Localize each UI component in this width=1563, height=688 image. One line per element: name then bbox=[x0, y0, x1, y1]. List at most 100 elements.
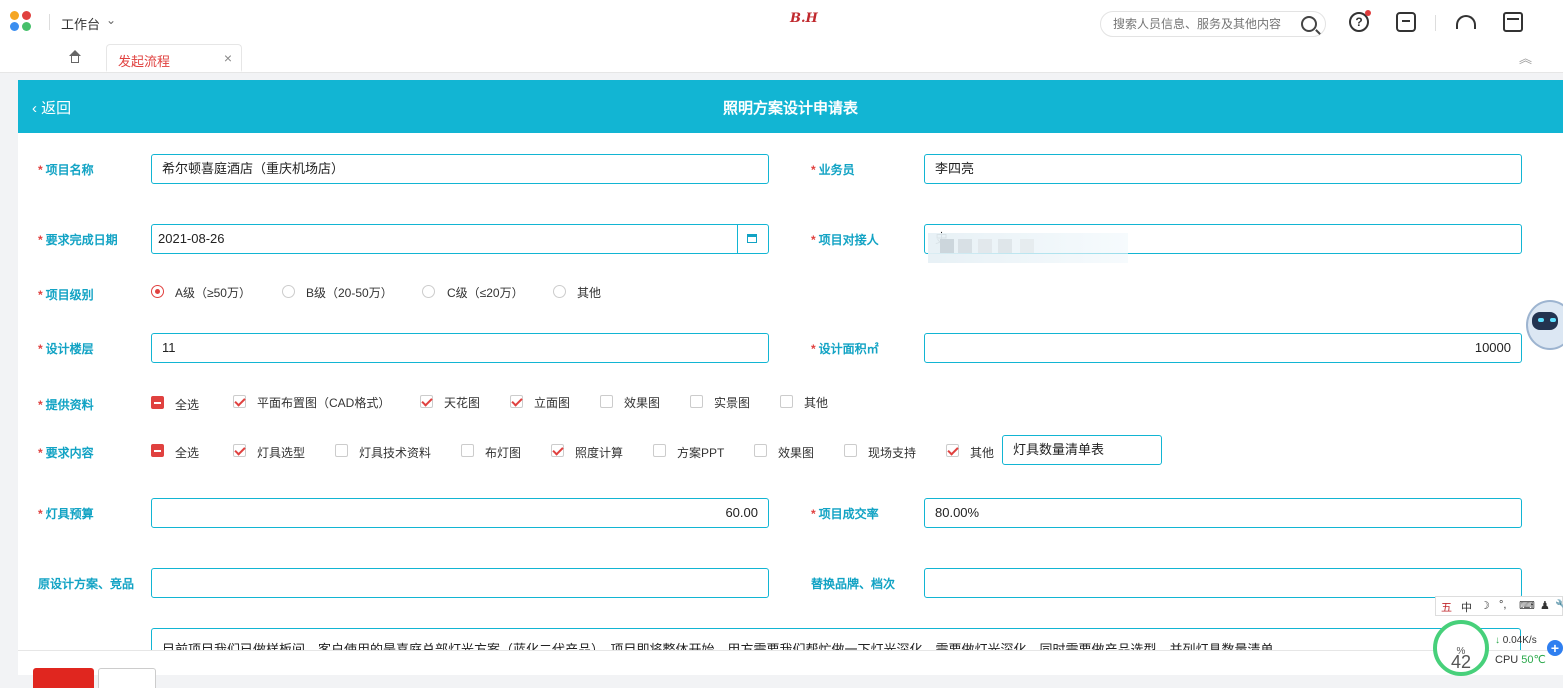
project-name-label: * 项目名称 bbox=[38, 163, 94, 177]
level-b-radio[interactable] bbox=[282, 285, 295, 298]
home-icon[interactable] bbox=[68, 50, 82, 64]
search-input[interactable] bbox=[1111, 16, 1295, 32]
fixture-budget-label: * 灯具预算 bbox=[38, 507, 94, 521]
content-render-label: 效果图 bbox=[778, 446, 815, 460]
material-elevation-label: 立面图 bbox=[534, 396, 571, 410]
design-floors-field[interactable]: 11 bbox=[151, 333, 769, 363]
level-a-label: A级（≥50万） bbox=[175, 286, 251, 300]
salesperson-label: * 业务员 bbox=[811, 163, 855, 177]
design-area-label: * 设计面积㎡ bbox=[811, 342, 879, 356]
content-onsite-checkbox[interactable] bbox=[844, 444, 857, 457]
deal-rate-label: * 项目成交率 bbox=[811, 507, 879, 521]
material-render-checkbox[interactable] bbox=[600, 395, 613, 408]
form-footer bbox=[18, 650, 1563, 688]
content-select-all-checkbox[interactable] bbox=[151, 444, 164, 457]
replacement-brand-field[interactable] bbox=[924, 568, 1522, 598]
chevron-down-icon[interactable]: ⌄ bbox=[106, 13, 116, 27]
close-icon[interactable]: × bbox=[224, 50, 232, 66]
materials-select-all-label: 全选 bbox=[175, 398, 200, 412]
headset-icon[interactable] bbox=[1456, 15, 1476, 29]
form-header: ‹ 返回 照明方案设计申请表 bbox=[18, 80, 1563, 133]
content-layout-label: 布灯图 bbox=[485, 446, 522, 460]
message-icon[interactable] bbox=[1396, 12, 1416, 32]
system-monitor-widget[interactable]: 42% ↓ 0.04K/s CPU 50℃ + bbox=[1431, 620, 1563, 676]
memory-gauge: 42% bbox=[1433, 620, 1489, 676]
material-cad-label: 平面布置图（CAD格式） bbox=[257, 396, 391, 410]
cpu-temp: CPU 50℃ bbox=[1495, 654, 1546, 666]
divider bbox=[49, 14, 50, 30]
content-select-all-label: 全选 bbox=[175, 446, 200, 460]
add-icon[interactable]: + bbox=[1547, 640, 1563, 656]
calendar-icon[interactable] bbox=[1503, 12, 1523, 32]
original-design-field[interactable] bbox=[151, 568, 769, 598]
content-ppt-checkbox[interactable] bbox=[653, 444, 666, 457]
material-ceiling-checkbox[interactable] bbox=[420, 395, 433, 408]
due-date-field[interactable]: 2021-08-26 bbox=[151, 224, 769, 254]
deal-rate-field[interactable]: 80.00% bbox=[924, 498, 1522, 528]
assistant-robot-icon[interactable] bbox=[1522, 298, 1563, 358]
design-area-field[interactable]: 10000 bbox=[924, 333, 1522, 363]
project-name-field[interactable]: 希尔顿喜庭酒店（重庆机场店） bbox=[151, 154, 769, 184]
submit-button[interactable] bbox=[33, 668, 94, 688]
level-c-label: C级（≤20万） bbox=[447, 286, 524, 300]
content-other-checkbox[interactable] bbox=[946, 444, 959, 457]
secondary-button[interactable] bbox=[98, 668, 156, 688]
content-fixture-selection-checkbox[interactable] bbox=[233, 444, 246, 457]
material-elevation-checkbox[interactable] bbox=[510, 395, 523, 408]
material-other-label: 其他 bbox=[804, 396, 829, 410]
due-date-label: * 要求完成日期 bbox=[38, 233, 118, 247]
search-icon[interactable] bbox=[1301, 16, 1317, 32]
project-level-label: * 项目级别 bbox=[38, 288, 94, 302]
redaction-overlay bbox=[928, 233, 1128, 263]
calendar-icon[interactable] bbox=[737, 225, 768, 253]
level-a-radio[interactable] bbox=[151, 285, 164, 298]
ime-toolbar[interactable]: 五 中 ☽ °, ⌨ ♟ 🔧 bbox=[1435, 596, 1563, 616]
tab-launch-process[interactable]: 发起流程 × bbox=[106, 44, 242, 72]
global-search[interactable] bbox=[1100, 11, 1326, 37]
ime-chinese-icon[interactable]: 中 bbox=[1461, 599, 1472, 615]
material-cad-checkbox[interactable] bbox=[233, 395, 246, 408]
content-tech-docs-label: 灯具技术资料 bbox=[359, 446, 432, 460]
workspace-switcher[interactable]: 工作台 bbox=[61, 14, 100, 33]
fixture-budget-field[interactable]: 60.00 bbox=[151, 498, 769, 528]
ime-moon-icon[interactable]: ☽ bbox=[1480, 599, 1490, 612]
salesperson-field[interactable]: 李四亮 bbox=[924, 154, 1522, 184]
material-photo-checkbox[interactable] bbox=[690, 395, 703, 408]
collapse-up-icon[interactable]: ︽ bbox=[1519, 48, 1532, 67]
materials-select-all-checkbox[interactable] bbox=[151, 396, 164, 409]
tab-bar: 发起流程 × ︽ bbox=[0, 44, 1563, 73]
due-date-value: 2021-08-26 bbox=[158, 231, 225, 246]
ime-wubi-icon[interactable]: 五 bbox=[1441, 599, 1452, 615]
material-render-label: 效果图 bbox=[624, 396, 661, 410]
ime-keyboard-icon[interactable]: ⌨ bbox=[1519, 599, 1535, 612]
app-logo-icon[interactable] bbox=[10, 11, 34, 33]
help-icon[interactable]: ? bbox=[1349, 10, 1371, 32]
required-content-label: * 要求内容 bbox=[38, 446, 94, 460]
material-photo-label: 实景图 bbox=[714, 396, 751, 410]
ime-punct-icon[interactable]: °, bbox=[1499, 599, 1506, 611]
content-tech-docs-checkbox[interactable] bbox=[335, 444, 348, 457]
top-bar: 工作台 ⌄ B.H ? bbox=[0, 0, 1563, 44]
provided-materials-label: * 提供资料 bbox=[38, 398, 94, 412]
content-illuminance-checkbox[interactable] bbox=[551, 444, 564, 457]
level-b-label: B级（20-50万） bbox=[306, 286, 393, 300]
content-render-checkbox[interactable] bbox=[754, 444, 767, 457]
material-other-checkbox[interactable] bbox=[780, 395, 793, 408]
project-contact-label: * 项目对接人 bbox=[811, 233, 879, 247]
replacement-brand-label: 替换品牌、档次 bbox=[811, 577, 896, 591]
content-onsite-label: 现场支持 bbox=[868, 446, 917, 460]
level-other-radio[interactable] bbox=[553, 285, 566, 298]
content-layout-checkbox[interactable] bbox=[461, 444, 474, 457]
material-ceiling-label: 天花图 bbox=[444, 396, 481, 410]
ime-user-icon[interactable]: ♟ bbox=[1540, 599, 1550, 612]
brand-logo: B.H bbox=[790, 11, 818, 26]
divider bbox=[1435, 15, 1436, 31]
original-design-label: 原设计方案、竞品 bbox=[38, 577, 135, 591]
content-other-field[interactable]: 灯具数量清单表 bbox=[1002, 435, 1162, 465]
level-c-radio[interactable] bbox=[422, 285, 435, 298]
level-other-label: 其他 bbox=[577, 286, 602, 300]
content-ppt-label: 方案PPT bbox=[677, 446, 725, 460]
design-floors-label: * 设计楼层 bbox=[38, 342, 94, 356]
ime-tool-icon[interactable]: 🔧 bbox=[1555, 599, 1563, 612]
tab-label: 发起流程 bbox=[118, 54, 171, 69]
